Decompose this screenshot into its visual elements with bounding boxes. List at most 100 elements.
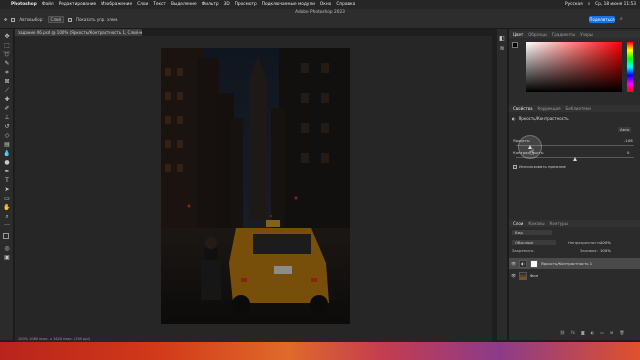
lock-label: Закрепить: [512,248,535,253]
legacy-option: Использовать прежние [513,164,566,169]
healing-tool-icon[interactable]: ✚ [3,96,11,103]
tab-libraries[interactable]: Библиотеки [566,105,591,112]
brush-settings-icon[interactable]: ≋ [498,45,506,52]
link-icon[interactable]: ⛓ [560,330,565,335]
adjustment-icon: ◐ [512,116,516,121]
auto-button[interactable]: Авто [618,127,632,132]
clock[interactable]: Ср, 18 июня 11:53 [595,2,636,7]
visibility-eye-icon[interactable]: 👁 [511,261,516,266]
layer-row[interactable]: 👁 Фон [509,270,640,281]
keyboard-layout[interactable]: Русская [565,2,583,7]
color-panel-tabs: Цвет Образцы Градиенты Узоры [509,31,640,38]
contrast-slider-thumb[interactable] [573,157,577,161]
layer-filter-dropdown[interactable]: Вид [512,230,552,235]
opacity-label: Непрозрачность: [568,240,603,245]
document-tab[interactable]: задание 06.psd @ 100% (Яркость/Контрастн… [15,29,142,36]
quick-select-tool-icon[interactable]: ✎ [3,60,11,67]
layer-mask-thumbnail[interactable] [530,259,538,268]
tab-channels[interactable]: Каналы [528,220,544,227]
path-select-icon[interactable]: ➤ [3,186,11,193]
shape-tool-icon[interactable]: ▭ [3,195,11,202]
menu-item[interactable]: Просмотр [235,2,257,7]
marquee-tool-icon[interactable]: ⬚ [3,42,11,49]
layer-row[interactable]: 👁 ◐ Яркость/Контрастность 1 [509,258,640,269]
tab-adjustments[interactable]: Коррекция [538,105,561,112]
properties-panel-tabs: Свойства Коррекция Библиотеки [509,105,640,112]
trash-icon[interactable]: 🗑 [619,330,624,335]
tab-properties[interactable]: Свойства [513,105,533,112]
app-menu[interactable]: Photoshop [11,2,37,7]
hand-tool-icon[interactable]: ✋ [3,204,11,211]
tab-paths[interactable]: Контуры [549,220,567,227]
adjustment-header: ◐ Яркость/Контрастность [512,116,569,121]
contrast-value[interactable]: 0 [627,150,629,155]
menu-item[interactable]: Фильтр [202,2,219,7]
quick-mask-icon[interactable]: ◎ [3,245,11,252]
adjustment-icon[interactable]: ◐ [591,330,595,335]
menu-item[interactable]: Выделение [171,2,197,7]
move-tool-icon[interactable]: ✥ [3,33,11,40]
tab-layers[interactable]: Слои [513,220,523,227]
mask-icon[interactable]: ◙ [581,330,585,335]
menu-item[interactable]: Редактирование [59,2,97,7]
crop-tool-icon[interactable]: ⌗ [3,69,11,76]
hue-slider[interactable] [627,42,633,92]
tab-patterns[interactable]: Узоры [580,31,593,38]
document-image[interactable] [161,48,350,324]
color-field[interactable] [526,42,622,92]
pen-tool-icon[interactable]: ✒ [3,168,11,175]
history-brush-icon[interactable]: ↺ [3,123,11,130]
foreground-color-swatch[interactable] [512,42,518,48]
menu-item[interactable]: Окно [320,2,331,7]
eraser-tool-icon[interactable]: ◇ [3,132,11,139]
layer-thumbnail [519,271,527,280]
adjustment-title: Яркость/Контрастность [518,116,569,121]
tab-gradients[interactable]: Градиенты [552,31,575,38]
stamp-tool-icon[interactable]: ⊥ [3,114,11,121]
fx-icon[interactable]: fx [571,330,575,335]
autoselect-dropdown[interactable]: Слой [47,16,64,23]
screen-mode-icon[interactable]: ▣ [3,254,11,261]
fill-value[interactable]: 100% [600,248,611,253]
dodge-tool-icon[interactable]: ● [3,159,11,166]
menu-item[interactable]: Файл [42,2,54,7]
layers-footer: ⛓ fx ◙ ◐ ▭ ⊞ 🗑 [560,330,624,335]
search-icon[interactable]: ⌕ [620,16,623,22]
search-icon[interactable]: ⌕ [588,2,590,7]
tools-panel: ✥ ⬚ ➰ ✎ ⌗ ⊠ ⟋ ✚ ✐ ⊥ ↺ ◇ ▤ 💧 ● ✒ T ➤ ▭ ✋ … [0,29,14,340]
autoselect-checkbox[interactable] [11,17,16,22]
history-icon[interactable]: ◧ [498,35,506,42]
menu-item[interactable]: Изображение [101,2,132,7]
type-tool-icon[interactable]: T [3,177,11,184]
menu-item[interactable]: 3D [224,2,230,7]
eyedropper-tool-icon[interactable]: ⟋ [3,87,11,94]
tab-swatches[interactable]: Образцы [528,31,547,38]
opacity-value[interactable]: 100% [600,240,611,245]
autoselect-label: Автовыбор: [19,17,44,22]
brush-tool-icon[interactable]: ✐ [3,105,11,112]
more-tools-icon[interactable]: ··· [3,222,11,229]
visibility-eye-icon[interactable]: 👁 [511,273,516,278]
menu-item[interactable]: Подключаемые модули [262,2,315,7]
adjustment-layer-icon: ◐ [519,259,527,268]
share-button[interactable]: Поделиться [589,16,615,23]
folder-icon[interactable]: ▭ [600,330,604,335]
zoom-tool-icon[interactable]: ⌕ [3,213,11,220]
lasso-tool-icon[interactable]: ➰ [3,51,11,58]
foreground-color-swatch[interactable] [3,233,9,239]
transform-checkbox[interactable] [67,17,72,22]
frame-tool-icon[interactable]: ⊠ [3,78,11,85]
legacy-checkbox[interactable] [513,164,517,169]
legacy-label: Использовать прежние [519,164,566,169]
layers-panel-tabs: Слои Каналы Контуры [509,220,640,227]
menu-item[interactable]: Текст [153,2,166,7]
menu-item[interactable]: Слои [137,2,148,7]
blend-mode-dropdown[interactable]: Обычные [512,240,556,245]
move-tool-icon[interactable]: ✥ [4,17,7,22]
blur-tool-icon[interactable]: 💧 [3,150,11,157]
brightness-value[interactable]: -106 [624,138,633,143]
tab-color[interactable]: Цвет [513,31,523,38]
new-layer-icon[interactable]: ⊞ [610,330,613,335]
menu-item[interactable]: Справка [336,2,355,7]
gradient-tool-icon[interactable]: ▤ [3,141,11,148]
